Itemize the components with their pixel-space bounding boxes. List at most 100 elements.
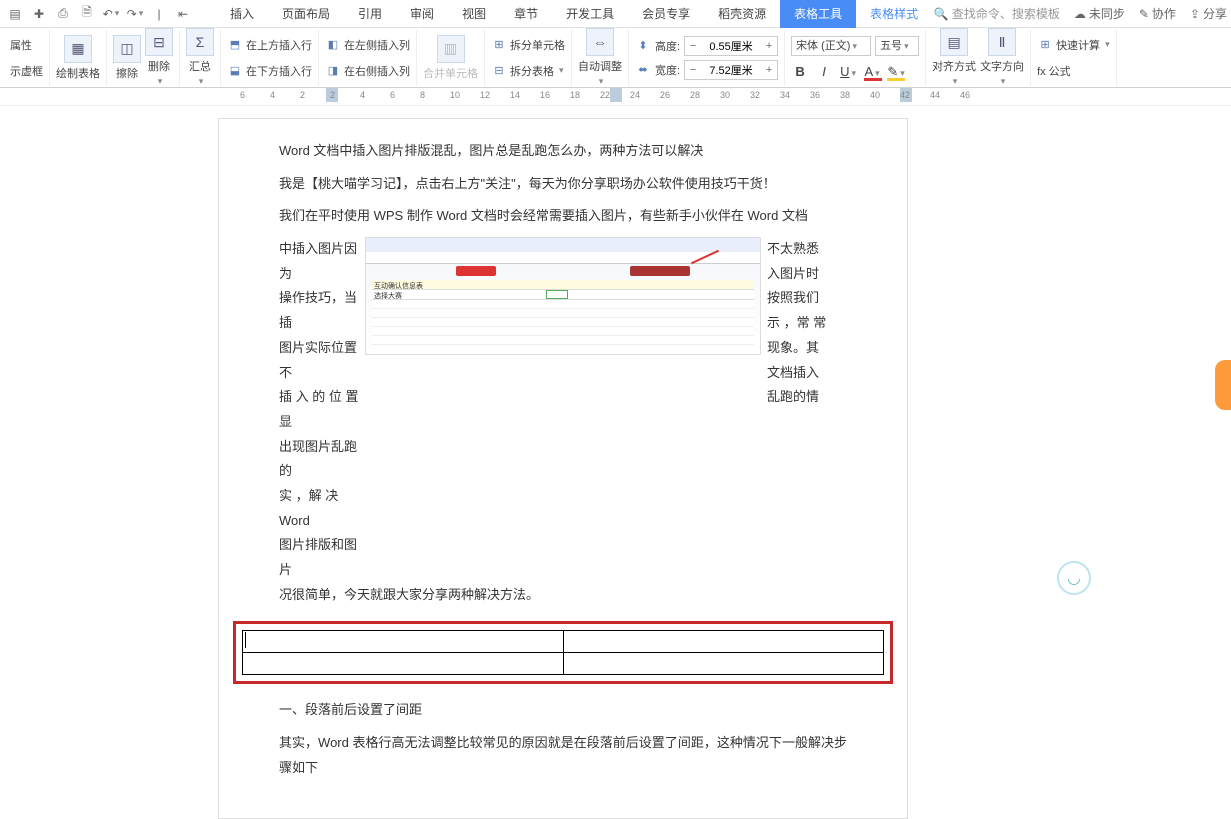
tab-view[interactable]: 视图 [448,0,500,28]
preview-icon[interactable]: 🗎 [76,3,98,25]
size-select[interactable]: 五号 [875,36,919,56]
summary-button[interactable]: Σ汇总 [186,28,214,87]
save-icon[interactable]: ▤ [4,3,26,25]
ruler-tick: 42 [900,90,910,100]
width-input[interactable] [701,64,761,76]
erase-icon: ◫ [113,35,141,63]
redo-icon[interactable]: ↷ [124,3,146,25]
prop-button[interactable]: 属性 [10,34,43,56]
split-table-button[interactable]: ⊟拆分表格 [491,60,565,82]
font-color-button[interactable]: A [863,64,881,79]
ruler-tick: 34 [780,90,790,100]
highlight-button[interactable]: ✎ [887,64,905,80]
search-placeholder: 查找命令、搜索模板 [952,7,1060,21]
assistant-bubble[interactable]: ◡ [1057,561,1091,595]
textdir-button[interactable]: Ⅱ文字方向 [980,28,1024,87]
ruler-marker-mid[interactable] [610,88,622,102]
ruler-tick: 2 [330,90,335,100]
ruler-tick: 28 [690,90,700,100]
erase-button[interactable]: ◫擦除 [113,35,141,81]
delete-button[interactable]: ⊟删除 [145,28,173,87]
ruler-tick: 38 [840,90,850,100]
table-cell[interactable] [563,631,884,653]
indent-icon[interactable]: ⇤ [172,3,194,25]
width-decr[interactable]: − [685,64,701,76]
formula-button[interactable]: fx 公式 [1037,60,1110,82]
embedded-image[interactable]: 互动确认信息表 选择大赛 [365,237,761,355]
tab-devtools[interactable]: 开发工具 [552,0,628,28]
new-icon[interactable]: ✚ [28,3,50,25]
ruler-tick: 44 [930,90,940,100]
insert-left-icon: ◧ [325,37,341,53]
tab-review[interactable]: 审阅 [396,0,448,28]
wrap-right-col: 不太熟悉入图片时按照我们示 ，常 常现象。其文档插入乱跑的情 [767,237,847,583]
showbox-button[interactable]: 示虚框 [10,60,43,82]
tab-insert[interactable]: 插入 [216,0,268,28]
split-cell-button[interactable]: ⊞拆分单元格 [491,34,565,56]
ruler-tick: 6 [390,90,395,100]
width-icon: ⬌ [635,62,651,78]
wrap-left-col: 中插入图片因为操作技巧，当插图片实际位置不插 入 的 位 置 显出现图片乱跑的实… [279,237,359,583]
ruler-tick: 22 [600,90,610,100]
autofit-button[interactable]: ⇔自动调整 [578,28,622,87]
tab-member[interactable]: 会员专享 [628,0,704,28]
height-icon: ⬍ [635,38,651,54]
collab-button[interactable]: ✎ 协作 [1139,5,1176,22]
text-cursor [245,632,246,648]
highlighted-table-region [233,621,893,684]
tab-references[interactable]: 引用 [344,0,396,28]
ruler-tick: 8 [420,90,425,100]
para-body2: 况很简单，今天就跟大家分享两种解决方法。 [279,583,847,608]
height-label: 高度: [655,38,680,54]
ruler-tick: 32 [750,90,760,100]
ruler-tick: 26 [660,90,670,100]
side-tab[interactable] [1215,360,1231,410]
ruler-tick: 6 [240,90,245,100]
undo-icon[interactable]: ↶ [100,3,122,25]
fastcalc-button[interactable]: ⊞快速计算 [1037,34,1110,56]
tab-chapter[interactable]: 章节 [500,0,552,28]
height-input[interactable] [701,40,761,52]
font-select[interactable]: 宋体 (正文) [791,36,871,56]
insert-below-button[interactable]: ⬓在下方插入行 [227,60,312,82]
tab-table-tools[interactable]: 表格工具 [780,0,856,28]
unsync-button[interactable]: ☁ 未同步 [1074,5,1125,22]
ruler-tick: 30 [720,90,730,100]
insert-right-icon: ◨ [325,63,341,79]
align-button[interactable]: ▤对齐方式 [932,28,976,87]
table-cell[interactable] [243,631,564,653]
width-incr[interactable]: + [761,64,777,76]
sep: | [148,3,170,25]
insert-above-button[interactable]: ⬒在上方插入行 [227,34,312,56]
embed-title: 互动确认信息表 [372,280,754,290]
height-decr[interactable]: − [685,40,701,52]
insert-left-button[interactable]: ◧在左侧插入列 [325,34,410,56]
tab-table-style[interactable]: 表格样式 [856,0,932,28]
table-cell[interactable] [563,653,884,675]
inserted-table[interactable] [242,630,884,675]
insert-below-icon: ⬓ [227,63,243,79]
ruler-tick: 18 [570,90,580,100]
tab-pagelayout[interactable]: 页面布局 [268,0,344,28]
para-body1: 我们在平时使用 WPS 制作 Word 文档时会经常需要插入图片，有些新手小伙伴… [279,204,847,229]
merge-icon: ▥ [437,35,465,63]
bold-button[interactable]: B [791,64,809,79]
para-body3: 其实，Word 表格行高无法调整比较常见的原因就是在段落前后设置了间距，这种情况… [279,731,847,780]
underline-button[interactable]: U [839,64,857,79]
insert-right-button[interactable]: ◨在右侧插入列 [325,60,410,82]
share-button[interactable]: ⇪ 分享 [1190,5,1227,22]
ruler: 6422468101214161822242628303234363840424… [0,88,1231,106]
ruler-tick: 4 [360,90,365,100]
search-input[interactable]: 🔍 查找命令、搜索模板 [934,5,1060,22]
tab-resource[interactable]: 稻壳资源 [704,0,780,28]
draw-table-button[interactable]: ▦ 绘制表格 [56,35,100,81]
draw-table-icon: ▦ [64,35,92,63]
para-title: Word 文档中插入图片排版混乱，图片总是乱跑怎么办，两种方法可以解决 [279,139,847,164]
table-cell[interactable] [243,653,564,675]
merge-cells-button[interactable]: ▥合并单元格 [423,35,478,81]
heading-section1: 一、段落前后设置了间距 [279,698,847,723]
table-row [243,631,884,653]
italic-button[interactable]: I [815,64,833,79]
height-incr[interactable]: + [761,40,777,52]
print-icon[interactable]: ⎙ [52,3,74,25]
